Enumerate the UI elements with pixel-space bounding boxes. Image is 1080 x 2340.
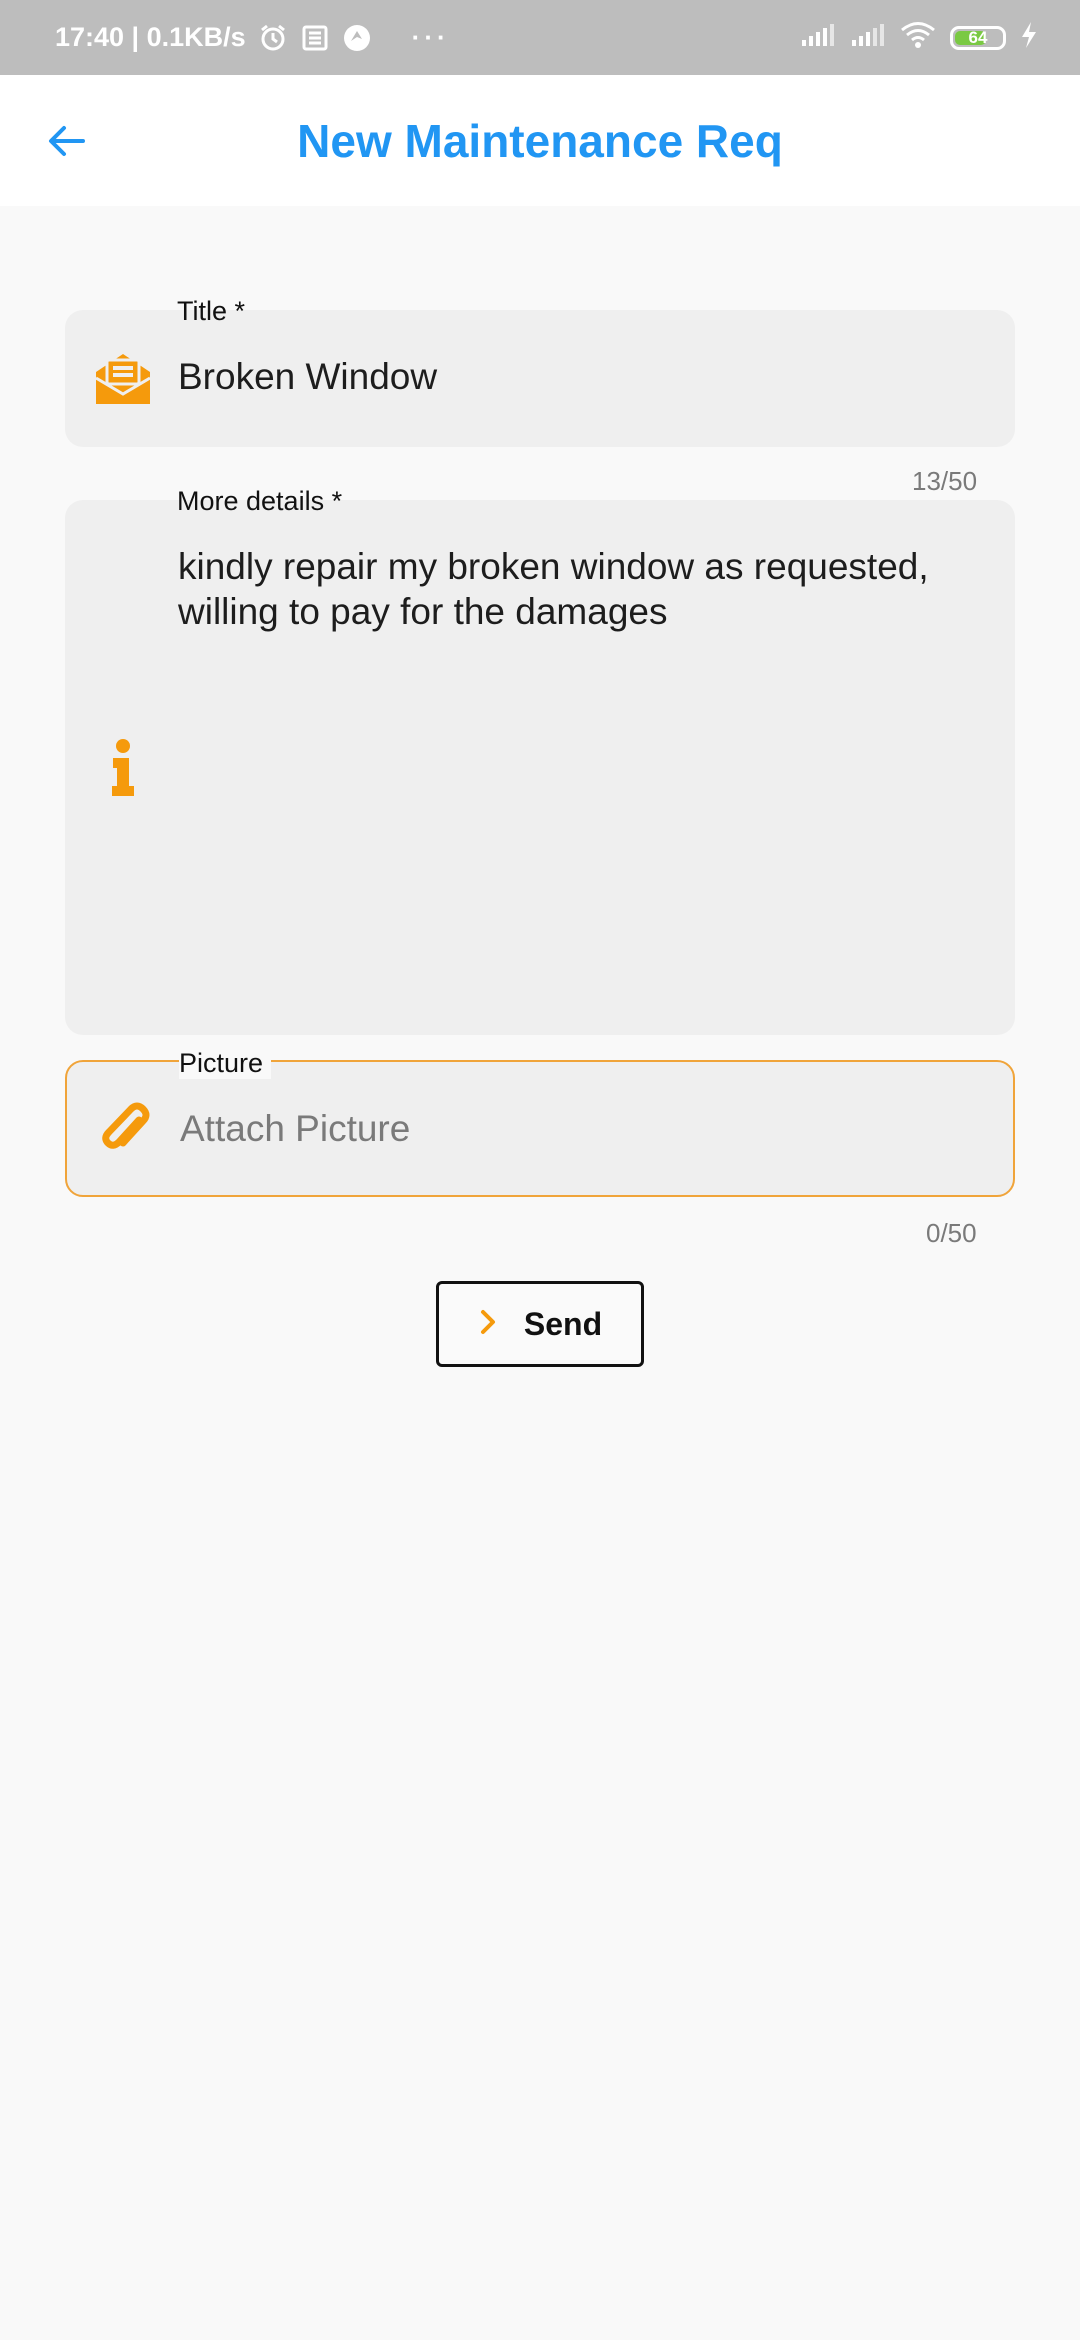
wifi-icon bbox=[900, 21, 936, 54]
title-field[interactable]: Title * Broken Window bbox=[65, 296, 1015, 447]
news-icon bbox=[300, 23, 330, 53]
details-field-label: More details * bbox=[177, 486, 343, 516]
app-icon bbox=[342, 23, 372, 53]
charging-icon bbox=[1020, 21, 1038, 54]
more-notifications: ··· bbox=[411, 22, 450, 52]
send-button-label: Send bbox=[523, 1305, 603, 1342]
page-title: New Maintenance Req bbox=[297, 114, 783, 167]
signal-icon bbox=[850, 22, 886, 53]
status-right: 64 bbox=[800, 0, 1038, 75]
title-counter: 13/50 bbox=[912, 466, 978, 496]
mail-open-icon bbox=[91, 346, 155, 410]
status-bar: 17:40 | 0.1KB/s ··· 64 bbox=[0, 0, 1080, 75]
battery-level: 64 bbox=[968, 27, 988, 47]
signal-icon bbox=[800, 22, 836, 53]
info-icon bbox=[91, 736, 155, 800]
alarm-icon bbox=[258, 23, 288, 53]
status-time-speed: 17:40 | 0.1KB/s bbox=[55, 22, 246, 52]
paperclip-icon bbox=[93, 1096, 157, 1160]
status-left: 17:40 | 0.1KB/s ··· bbox=[55, 0, 450, 75]
title-input[interactable]: Broken Window bbox=[178, 354, 975, 399]
battery-icon: 64 bbox=[950, 25, 1006, 50]
picture-counter: 0/50 bbox=[926, 1218, 977, 1248]
send-button[interactable]: Send bbox=[436, 1281, 644, 1367]
details-field[interactable]: More details * kindly repair my broken w… bbox=[65, 486, 1015, 1035]
details-input[interactable]: kindly repair my broken window as reques… bbox=[178, 544, 975, 634]
picture-field-label: Picture bbox=[179, 1048, 272, 1079]
picture-input[interactable]: Attach Picture bbox=[180, 1106, 973, 1151]
app-bar: New Maintenance Req bbox=[0, 75, 1080, 206]
picture-field[interactable]: Picture Attach Picture bbox=[65, 1048, 1015, 1197]
chevron-right-icon bbox=[478, 1308, 498, 1341]
title-field-label: Title * bbox=[177, 296, 246, 326]
